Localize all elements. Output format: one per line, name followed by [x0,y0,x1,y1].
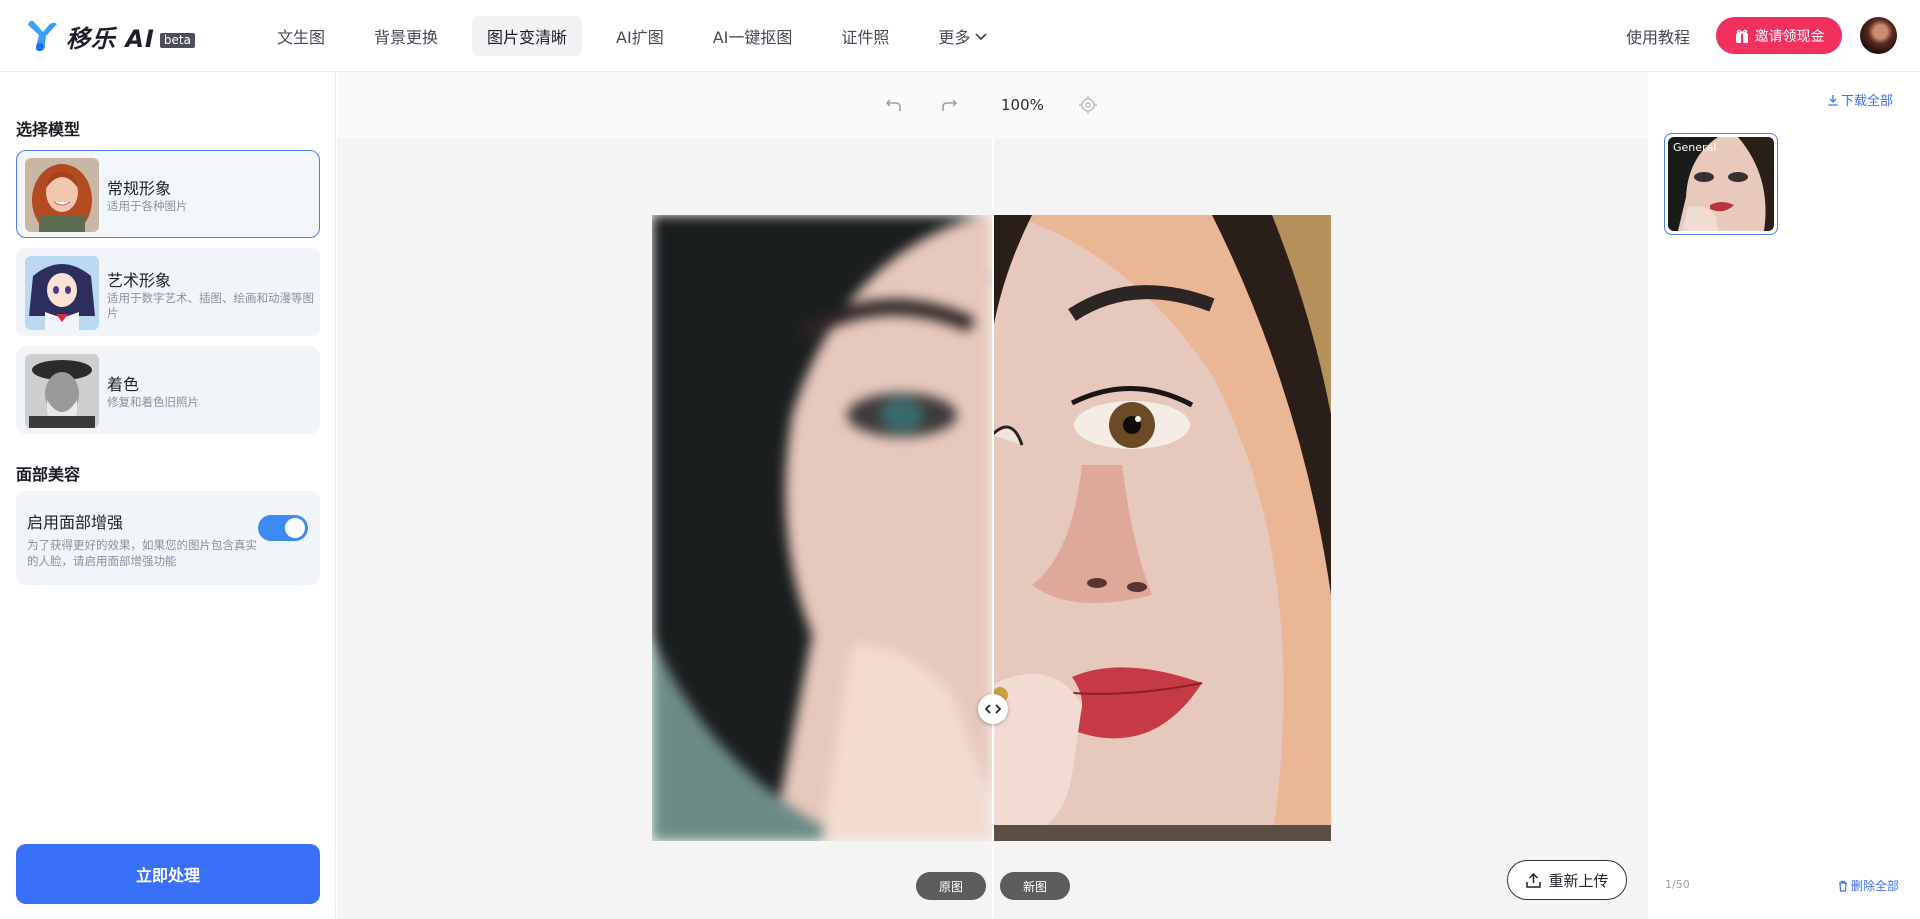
face-enhance-desc: 为了获得更好的效果，如果您的图片包含真实的人脸，请启用面部增强功能 [27,538,257,568]
top-bar: 移乐 AI beta 文生图 背景更换 图片变清晰 AI扩图 AI一键抠图 证件… [0,0,1920,72]
model-desc-general: 适用于各种图片 [107,199,188,213]
result-thumbnail[interactable]: General [1664,133,1778,235]
face-enhance-toggle[interactable] [258,515,308,541]
chevron-down-icon [975,33,988,41]
model-name-art: 艺术形象 [107,271,172,290]
original-image [652,215,992,841]
upload-icon [1526,872,1542,888]
invite-label: 邀请领现金 [1754,28,1825,45]
model-card-art[interactable]: 艺术形象 适用于数字艺术、插图、绘画和动漫等图片 [16,248,320,336]
gift-icon [1735,29,1748,43]
nav-image-enhance[interactable]: 图片变清晰 [472,16,583,56]
enhanced-image [992,215,1331,841]
zoom-level: 100% [1001,96,1044,114]
download-all-label: 下载全部 [1841,94,1894,109]
download-icon [1828,94,1838,106]
result-thumbnail-image: General [1668,137,1774,231]
model-desc-art: 适用于数字艺术、插图、绘画和动漫等图片 [107,291,314,320]
face-enhance-title: 启用面部增强 [27,513,124,532]
result-model-label: General [1673,141,1717,154]
model-card-colorize[interactable]: 着色 修复和着色旧照片 [16,346,320,434]
settings-panel: 选择模型 常规形象 适用于各种图片 艺术形象 适用于数字艺术、插图、绘画和动漫等… [0,72,336,919]
new-tag: 新图 [1000,872,1070,900]
face-section-title: 面部美容 [16,465,81,484]
invite-button[interactable]: 邀请领现金 [1716,17,1842,54]
app-logo[interactable]: 移乐 AI beta [26,18,195,54]
nav-ai-cutout[interactable]: AI一键抠图 [698,16,808,56]
result-counter: 1/50 [1665,878,1690,891]
model-thumb-colorize [25,354,99,428]
process-now-button[interactable]: 立即处理 [16,844,320,904]
original-tag: 原图 [916,872,986,900]
main-nav: 文生图 背景更换 图片变清晰 AI扩图 AI一键抠图 证件照 更多 [262,16,1022,56]
results-panel: 下载全部 General 1/50 删除全部 [1649,72,1920,919]
model-card-general[interactable]: 常规形象 适用于各种图片 [16,150,320,238]
model-name-colorize: 着色 [107,375,140,394]
compare-handle[interactable] [978,694,1008,724]
delete-all-label: 删除全部 [1851,879,1900,893]
delete-all-link[interactable]: 删除全部 [1837,877,1899,894]
nav-id-photo[interactable]: 证件照 [826,16,904,56]
nav-ai-outpaint[interactable]: AI扩图 [601,16,679,56]
nav-more-label: 更多 [938,28,971,47]
model-section-title: 选择模型 [16,120,81,139]
app-name: 移乐 AI [66,24,155,53]
redo-icon[interactable] [938,94,960,116]
reupload-label: 重新上传 [1548,871,1609,890]
beta-badge: beta [159,32,195,48]
nav-background-replace[interactable]: 背景更换 [359,16,453,56]
help-link[interactable]: 使用教程 [1626,24,1690,48]
preview-area: 100% 原图 新图 重新上传 [337,72,1648,919]
face-enhance-card: 启用面部增强 为了获得更好的效果，如果您的图片包含真实的人脸，请启用面部增强功能 [16,491,320,585]
recenter-icon[interactable] [1077,94,1099,116]
nav-text-to-image[interactable]: 文生图 [262,16,340,56]
model-thumb-art [25,256,99,330]
download-all-link[interactable]: 下载全部 [1827,90,1893,109]
undo-icon[interactable] [883,94,905,116]
preview-toolbar: 100% [337,72,1648,138]
reupload-button[interactable]: 重新上传 [1507,860,1627,900]
logo-icon [28,20,57,52]
model-name-general: 常规形象 [107,179,172,198]
nav-more[interactable]: 更多 [923,16,1003,56]
trash-icon [1839,880,1847,892]
model-thumb-general [25,158,99,232]
drag-arrows-icon [985,704,1001,714]
compare-divider[interactable] [992,138,994,919]
toggle-knob [285,518,305,538]
model-desc-colorize: 修复和着色旧照片 [107,395,199,409]
user-avatar[interactable] [1860,17,1897,54]
